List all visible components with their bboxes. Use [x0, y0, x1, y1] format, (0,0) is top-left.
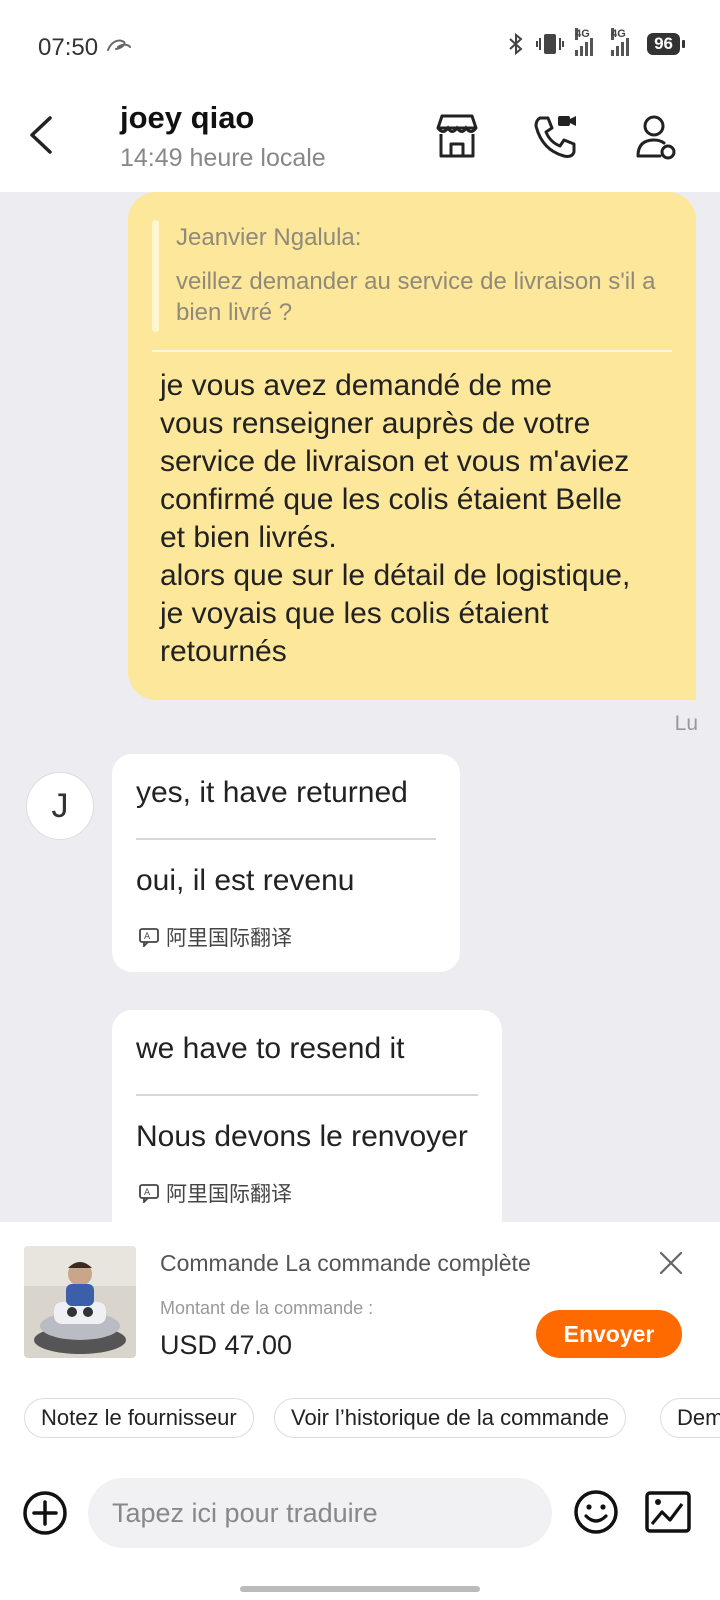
outgoing-message-bubble[interactable]: Jeanvier Ngalula: veillez demander au se… [128, 192, 696, 700]
quote-text: veillez demander au service de livraison… [176, 268, 656, 326]
message-original-text: yes, it have returned [136, 776, 408, 809]
signal-4g-icon-1: 4G [575, 28, 601, 56]
message-original-text: we have to resend it [136, 1032, 405, 1065]
status-time: 07:50 [38, 34, 99, 61]
order-card[interactable]: Commande La commande complète Montant de… [0, 1222, 720, 1364]
vibrate-icon [536, 34, 565, 54]
quick-actions-bar[interactable]: Notez le fournisseur Voir l’historique d… [0, 1364, 720, 1448]
avatar[interactable]: J [26, 772, 94, 840]
bluetooth-icon [509, 32, 523, 56]
contact-local-time: 14:49 heure locale [120, 144, 326, 172]
message-input-bar [0, 1448, 720, 1600]
order-history-chip[interactable]: Voir l’historique de la commande [274, 1398, 626, 1438]
message-translated-text: Nous devons le renvoyer [136, 1120, 468, 1153]
quick-action-chip[interactable]: Dem [660, 1398, 720, 1438]
chat-header: joey qiao 14:49 heure locale [0, 92, 720, 192]
send-order-button[interactable]: Envoyer [536, 1310, 682, 1358]
incoming-message-bubble[interactable]: we have to resend it Nous devons le renv… [112, 1010, 502, 1222]
close-icon[interactable] [658, 1250, 684, 1276]
video-call-icon[interactable] [528, 110, 582, 164]
message-translated-text: oui, il est revenu [136, 864, 355, 897]
battery-indicator: 96 [647, 33, 685, 55]
alibaba-logo-icon [107, 39, 131, 51]
translation-divider [136, 838, 436, 840]
emoji-icon[interactable] [572, 1488, 620, 1536]
order-title: Commande La commande complète [160, 1250, 531, 1276]
translation-credit: A 阿里国际翻译 [138, 922, 292, 952]
home-indicator [240, 1586, 480, 1592]
translation-divider [136, 1094, 478, 1096]
translate-icon: A [139, 928, 159, 947]
quote-bar [152, 220, 159, 332]
svg-text:A: A [144, 932, 151, 942]
quote-divider [152, 350, 672, 352]
translate-icon: A [139, 1184, 159, 1203]
contact-name[interactable]: joey qiao [120, 100, 254, 136]
translation-credit-label: 阿里国际翻译 [166, 1183, 292, 1206]
order-amount-label: Montant de la commande : [160, 1298, 374, 1318]
user-profile-icon[interactable] [628, 110, 682, 164]
image-icon[interactable] [644, 1490, 692, 1534]
quote-author: Jeanvier Ngalula: [176, 224, 362, 251]
rate-supplier-chip[interactable]: Notez le fournisseur [24, 1398, 254, 1438]
order-amount: USD 47.00 [160, 1330, 293, 1360]
product-thumbnail[interactable] [24, 1246, 136, 1358]
incoming-message-bubble[interactable]: yes, it have returned oui, il est revenu… [112, 754, 460, 972]
read-status: Lu [674, 712, 698, 735]
add-attachment-icon[interactable] [22, 1490, 68, 1536]
translation-credit-label: 阿里国际翻译 [166, 927, 292, 950]
status-bar: 07:50 4G 4G 96 [0, 0, 720, 92]
outgoing-message-text: je vous avez demandé de me vous renseign… [160, 369, 631, 668]
svg-text:A: A [144, 1188, 151, 1198]
store-icon[interactable] [430, 110, 484, 164]
signal-4g-icon-2: 4G [611, 28, 637, 56]
translation-credit: A 阿里国际翻译 [138, 1178, 292, 1208]
back-icon[interactable] [22, 112, 62, 158]
message-input[interactable] [88, 1478, 552, 1548]
chat-messages[interactable]: Jeanvier Ngalula: veillez demander au se… [0, 192, 720, 1222]
